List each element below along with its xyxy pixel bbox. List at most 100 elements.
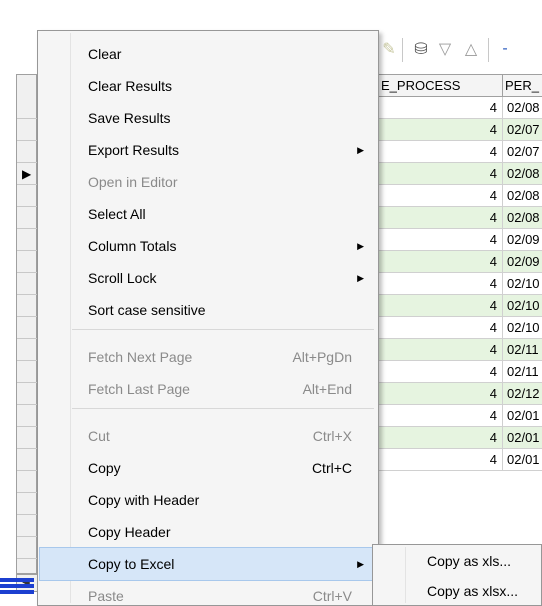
table-cell-per[interactable]: 02/01 xyxy=(503,427,542,449)
table-cell-e-process[interactable]: 4 xyxy=(379,405,503,427)
row-header[interactable] xyxy=(17,317,37,339)
status-indicator xyxy=(0,578,34,600)
menu-separator xyxy=(72,408,374,409)
table-cell-per[interactable]: 02/07 xyxy=(503,119,542,141)
row-header[interactable] xyxy=(17,207,37,229)
row-header[interactable] xyxy=(17,119,37,141)
table-cell-per[interactable]: 02/11 xyxy=(503,339,542,361)
sort-descending-icon[interactable]: ▽ xyxy=(434,38,456,60)
menu-item-paste[interactable]: Paste Ctrl+V xyxy=(40,580,376,606)
table-cell-per[interactable]: 02/01 xyxy=(503,405,542,427)
menu-item-label: Scroll Lock xyxy=(88,270,157,286)
table-cell-e-process[interactable]: 4 xyxy=(379,251,503,273)
minus-icon[interactable]: - xyxy=(494,38,516,60)
sort-ascending-icon[interactable]: △ xyxy=(460,38,482,60)
row-header[interactable] xyxy=(17,273,37,295)
table-cell-per[interactable]: 02/09 xyxy=(503,229,542,251)
row-header[interactable]: ▶ xyxy=(17,163,37,185)
submenu-arrow-icon: ▶ xyxy=(357,559,364,569)
row-header[interactable] xyxy=(17,493,37,515)
menu-item-fetch-next-page[interactable]: Fetch Next Page Alt+PgDn xyxy=(40,341,376,373)
toolbar-separator xyxy=(402,38,403,62)
table-cell-per[interactable]: 02/08 xyxy=(503,207,542,229)
menu-item-copy-to-excel[interactable]: Copy to Excel ▶ xyxy=(39,547,377,581)
row-header[interactable] xyxy=(17,515,37,537)
menu-item-cut[interactable]: Cut Ctrl+X xyxy=(40,420,376,452)
table-cell-e-process[interactable]: 4 xyxy=(379,339,503,361)
menu-item-sort-case-sensitive[interactable]: Sort case sensitive xyxy=(40,294,376,326)
table-cell-e-process[interactable]: 4 xyxy=(379,185,503,207)
table-cell-e-process[interactable]: 4 xyxy=(379,383,503,405)
submenu-item-copy-as-xls[interactable]: Copy as xls... xyxy=(375,546,541,576)
table-cell-per[interactable]: 02/09 xyxy=(503,251,542,273)
menu-item-label: Open in Editor xyxy=(88,174,178,190)
row-header[interactable] xyxy=(17,97,37,119)
submenu-item-copy-as-xlsx[interactable]: Copy as xlsx... xyxy=(375,576,541,606)
menu-item-label: Cut xyxy=(88,428,110,444)
menu-item-fetch-last-page[interactable]: Fetch Last Page Alt+End xyxy=(40,373,376,405)
row-header[interactable] xyxy=(17,185,37,207)
menu-item-clear[interactable]: Clear xyxy=(40,38,376,70)
table-cell-e-process[interactable]: 4 xyxy=(379,97,503,119)
table-cell-per[interactable]: 02/07 xyxy=(503,141,542,163)
row-header[interactable] xyxy=(17,449,37,471)
menu-item-copy-with-header[interactable]: Copy with Header xyxy=(40,484,376,516)
table-cell-e-process[interactable]: 4 xyxy=(379,119,503,141)
table-cell-e-process[interactable]: 4 xyxy=(379,317,503,339)
menu-item-label: Copy xyxy=(88,460,121,476)
row-header[interactable] xyxy=(17,383,37,405)
menu-item-save-results[interactable]: Save Results xyxy=(40,102,376,134)
table-cell-per[interactable]: 02/08 xyxy=(503,97,542,119)
filter-icon[interactable]: ⛁ xyxy=(410,38,432,60)
table-cell-per[interactable]: 02/10 xyxy=(503,317,542,339)
row-header[interactable] xyxy=(17,251,37,273)
column-header-e-process[interactable]: E_PROCESS xyxy=(379,75,503,97)
table-cell-per[interactable]: 02/10 xyxy=(503,273,542,295)
row-header[interactable] xyxy=(17,141,37,163)
menu-item-shortcut: Alt+End xyxy=(302,381,352,397)
menu-item-label: Clear xyxy=(88,46,122,62)
row-header[interactable] xyxy=(17,295,37,317)
table-cell-e-process[interactable]: 4 xyxy=(379,361,503,383)
table-cell-per[interactable]: 02/08 xyxy=(503,185,542,207)
table-cell-per[interactable]: 02/12 xyxy=(503,383,542,405)
row-header[interactable] xyxy=(17,361,37,383)
table-cell-e-process[interactable]: 4 xyxy=(379,427,503,449)
table-cell-per[interactable]: 02/10 xyxy=(503,295,542,317)
menu-item-label: Copy to Excel xyxy=(88,556,175,572)
row-header[interactable] xyxy=(17,339,37,361)
table-cell-e-process[interactable]: 4 xyxy=(379,295,503,317)
edit-icon[interactable]: ✎ xyxy=(378,38,400,60)
submenu-arrow-icon: ▶ xyxy=(357,241,364,251)
menu-item-label: Copy Header xyxy=(88,524,171,540)
menu-item-column-totals[interactable]: Column Totals ▶ xyxy=(40,230,376,262)
table-cell-e-process[interactable]: 4 xyxy=(379,449,503,471)
menu-item-label: Copy with Header xyxy=(88,492,200,508)
menu-item-select-all[interactable]: Select All xyxy=(40,198,376,230)
table-cell-e-process[interactable]: 4 xyxy=(379,229,503,251)
row-header[interactable] xyxy=(17,427,37,449)
table-cell-e-process[interactable]: 4 xyxy=(379,163,503,185)
toolbar-separator xyxy=(488,38,489,62)
menu-item-scroll-lock[interactable]: Scroll Lock ▶ xyxy=(40,262,376,294)
table-cell-per[interactable]: 02/08 xyxy=(503,163,542,185)
submenu-arrow-icon: ▶ xyxy=(357,273,364,283)
column-header-per[interactable]: PER_ xyxy=(503,75,542,97)
menu-item-copy-header[interactable]: Copy Header xyxy=(40,516,376,548)
row-header[interactable] xyxy=(17,229,37,251)
table-cell-e-process[interactable]: 4 xyxy=(379,273,503,295)
menu-item-open-in-editor[interactable]: Open in Editor xyxy=(40,166,376,198)
table-cell-per[interactable]: 02/11 xyxy=(503,361,542,383)
row-header[interactable] xyxy=(17,405,37,427)
table-cell-e-process[interactable]: 4 xyxy=(379,141,503,163)
table-cell-per[interactable]: 02/01 xyxy=(503,449,542,471)
row-header-column: ▶ xyxy=(17,75,37,573)
row-header[interactable] xyxy=(17,537,37,559)
menu-item-clear-results[interactable]: Clear Results xyxy=(40,70,376,102)
menu-item-export-results[interactable]: Export Results ▶ xyxy=(40,134,376,166)
menu-item-label: Save Results xyxy=(88,110,171,126)
menu-item-label: Fetch Last Page xyxy=(88,381,190,397)
row-header[interactable] xyxy=(17,471,37,493)
table-cell-e-process[interactable]: 4 xyxy=(379,207,503,229)
menu-item-copy[interactable]: Copy Ctrl+C xyxy=(40,452,376,484)
